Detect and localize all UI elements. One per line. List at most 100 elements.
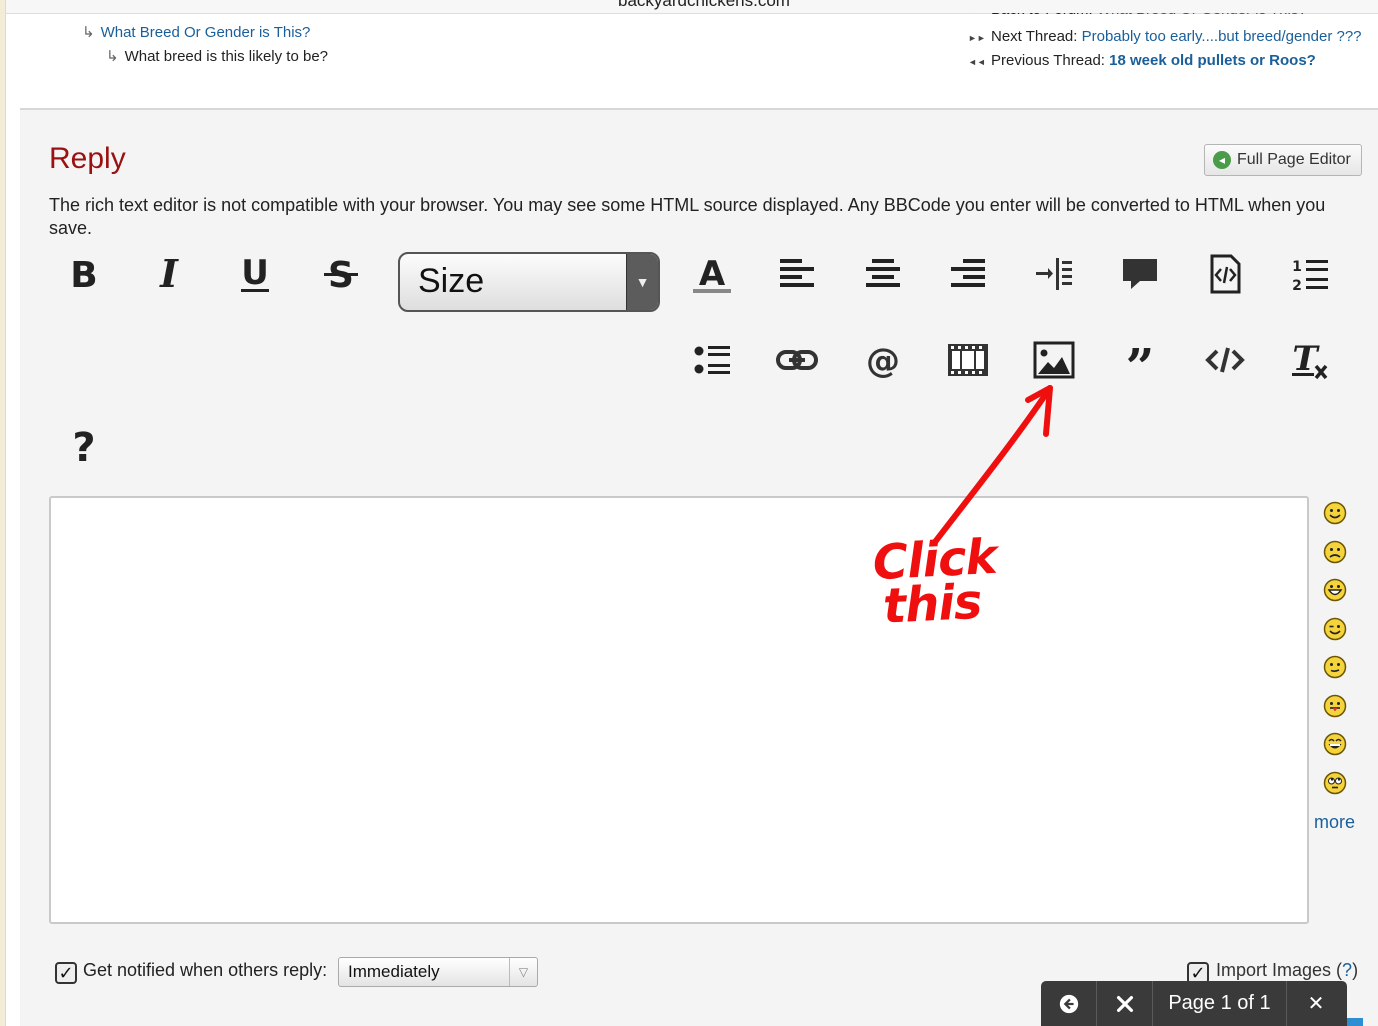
align-right-button[interactable] — [940, 246, 996, 302]
source-icon — [1210, 254, 1241, 294]
breadcrumb-parent[interactable]: ↳ What Breed Or Gender is This? — [82, 23, 310, 41]
font-size-select[interactable]: Size ▼ — [398, 252, 660, 312]
breadcrumb-parent-link[interactable]: What Breed Or Gender is This? — [101, 24, 311, 41]
laugh-icon[interactable] — [1323, 732, 1347, 756]
previous-thread-link[interactable]: 18 week old pullets or Roos? — [1109, 52, 1316, 69]
numbered-list-icon: 12 — [1292, 259, 1328, 294]
big-grin-icon[interactable] — [1323, 578, 1347, 602]
previous-arrow-icon: ◄◄ — [968, 57, 986, 67]
svg-text:B: B — [70, 255, 97, 296]
mention-icon: @ — [866, 341, 900, 381]
comment-button[interactable] — [1112, 246, 1168, 302]
full-page-editor-button[interactable]: ◂ Full Page Editor — [1204, 144, 1362, 176]
italic-icon: I — [159, 252, 179, 296]
close-toolbar-button[interactable]: ✕ — [1287, 981, 1345, 1026]
indent-button[interactable] — [1026, 246, 1082, 302]
svg-text:I: I — [159, 252, 179, 296]
next-arrow-icon: ►► — [968, 33, 986, 43]
red-arrow-annotation — [932, 385, 1053, 545]
help-icon: ? — [72, 425, 95, 468]
reply-panel: Reply ◂ Full Page Editor The rich text e… — [20, 108, 1378, 1026]
bold-button[interactable]: B — [56, 246, 112, 302]
return-arrow-icon: ↳ — [106, 48, 119, 65]
underline-icon: U — [241, 253, 269, 293]
browser-url-bar: backyardchickens.com — [6, 0, 1378, 14]
more-smileys-link[interactable]: more — [1314, 812, 1355, 833]
source-button[interactable] — [1197, 246, 1253, 302]
bullet-list-icon — [694, 346, 730, 374]
align-left-button[interactable] — [769, 246, 825, 302]
neutral-icon[interactable] — [1323, 655, 1347, 679]
notify-frequency-value: Immediately — [348, 962, 440, 981]
page-toolbar: Page 1 of 1 ✕ — [1041, 981, 1347, 1026]
page-indicator: Page 1 of 1 — [1153, 981, 1287, 1026]
underline-button[interactable]: U — [227, 246, 283, 302]
indent-icon — [1036, 258, 1072, 290]
align-center-button[interactable] — [855, 246, 911, 302]
svg-text:2: 2 — [1292, 278, 1302, 294]
back-circle-icon: ◂ — [1213, 151, 1231, 169]
reply-editor-textarea[interactable] — [49, 496, 1309, 924]
eye-roll-icon[interactable] — [1323, 771, 1347, 795]
svg-text:”: ” — [1126, 338, 1155, 382]
link-icon — [776, 350, 818, 370]
font-size-value: Size — [418, 262, 485, 300]
back-button[interactable] — [1041, 981, 1097, 1026]
remove-format-icon: T — [1292, 339, 1328, 380]
import-images-label: Import Images (?) — [1216, 960, 1359, 980]
quote-icon: ” — [1126, 338, 1155, 382]
previous-thread-row: ◄◄ Previous Thread: 18 week old pullets o… — [968, 52, 1316, 69]
reply-title: Reply — [49, 142, 126, 175]
strikethrough-icon: S — [324, 255, 358, 296]
svg-text:?: ? — [72, 425, 95, 468]
full-page-editor-label: Full Page Editor — [1237, 151, 1351, 168]
next-thread-row: ►► Next Thread: Probably too early....but… — [968, 28, 1362, 45]
align-left-icon — [780, 259, 814, 287]
blue-button-corner — [1347, 1018, 1363, 1026]
align-center-icon — [866, 259, 900, 287]
smile-icon[interactable] — [1323, 501, 1347, 525]
code-button[interactable] — [1197, 332, 1253, 388]
quote-button[interactable]: ” — [1112, 332, 1168, 388]
tongue-icon[interactable] — [1323, 694, 1347, 718]
chevron-down-icon: ▼ — [626, 254, 658, 310]
close-icon: ✕ — [1307, 993, 1325, 1015]
notify-label: Get notified when others reply: — [83, 960, 328, 980]
svg-text:1: 1 — [1292, 259, 1302, 275]
comment-icon — [1123, 259, 1157, 289]
page-left-edge — [0, 0, 6, 1026]
breadcrumb-current: ↳ What breed is this likely to be? — [106, 47, 328, 65]
svg-text:U: U — [241, 253, 269, 293]
browser-domain: backyardchickens.com — [618, 0, 790, 10]
svg-text:A: A — [699, 254, 726, 294]
tools-button[interactable] — [1097, 981, 1153, 1026]
link-button[interactable] — [769, 332, 825, 388]
remove-format-button[interactable]: T — [1282, 332, 1338, 388]
svg-text:@: @ — [866, 341, 900, 381]
wink-icon[interactable] — [1323, 617, 1347, 641]
align-right-icon — [951, 259, 985, 287]
import-images-help-link[interactable]: ? — [1342, 960, 1352, 980]
bullet-list-button[interactable] — [684, 332, 740, 388]
wrench-icon — [1116, 995, 1133, 1012]
code-icon — [1205, 347, 1245, 373]
next-thread-link[interactable]: Probably too early....but breed/gender ?… — [1082, 28, 1362, 45]
font-color-icon: A — [693, 254, 731, 294]
notify-checkbox[interactable]: ✓ — [55, 962, 77, 984]
bold-icon: B — [70, 255, 97, 296]
sad-icon[interactable] — [1323, 540, 1347, 564]
click-this-annotation: Click this — [871, 528, 998, 635]
back-arrow-icon — [1059, 994, 1078, 1013]
return-arrow-icon: ↳ — [82, 24, 95, 41]
breadcrumb-current-label: What breed is this likely to be? — [124, 48, 329, 65]
font-color-button[interactable]: A — [684, 246, 740, 302]
next-thread-label: Next Thread: — [991, 28, 1078, 45]
previous-thread-label: Previous Thread: — [991, 52, 1105, 69]
chevron-down-icon: ▽ — [509, 958, 537, 986]
notify-frequency-select[interactable]: Immediately ▽ — [338, 957, 538, 987]
numbered-list-button[interactable]: 12 — [1282, 246, 1338, 302]
strikethrough-button[interactable]: S — [313, 246, 369, 302]
help-button[interactable]: ? — [56, 418, 112, 474]
italic-button[interactable]: I — [141, 246, 197, 302]
editor-compat-notice: The rich text editor is not compatible w… — [49, 195, 1326, 238]
